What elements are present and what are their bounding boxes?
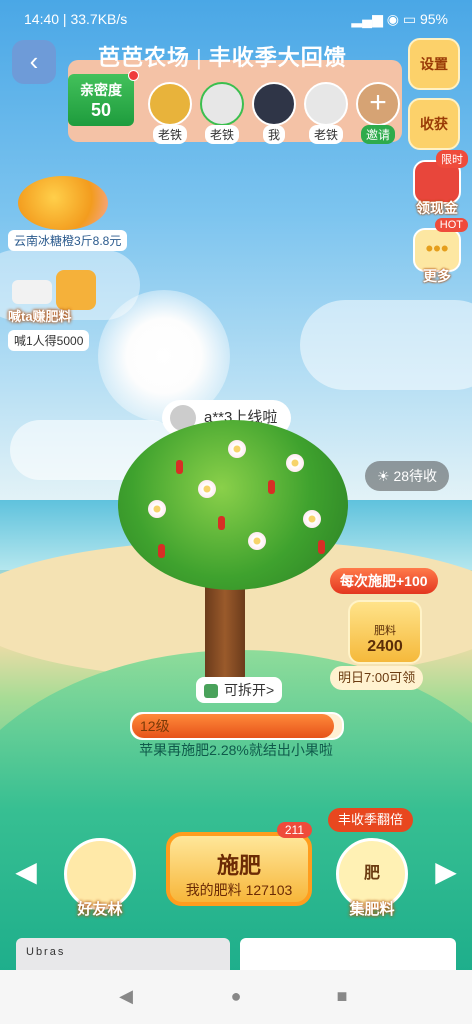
orange-icon (18, 176, 108, 230)
level-label: 12级 (140, 718, 170, 734)
ad-brand: Ubras (26, 946, 66, 958)
orange-promo[interactable]: 云南冰糖橙3斤8.8元 (8, 176, 128, 251)
get-cash-button[interactable]: 限时 领现金 (412, 150, 468, 218)
nav-recent-icon[interactable]: ■ (330, 984, 354, 1008)
flower (198, 480, 216, 498)
friend-tag: 老铁 (204, 125, 239, 144)
status-right: ▂▄▆ ◉ ▭ 95% (351, 11, 448, 27)
avatar (148, 82, 192, 126)
cloud (300, 300, 472, 390)
battery-level: 95 (419, 11, 436, 27)
notification-dot (128, 70, 139, 81)
red-envelope (268, 480, 275, 494)
system-nav-bar: ◀ ● ■ (0, 970, 472, 1024)
fert-box-label: 肥料 (374, 625, 396, 637)
status-bar: 14:40 | 33.7KB/s ▂▄▆ ◉ ▭ 95% (0, 0, 472, 40)
red-envelope (218, 516, 225, 530)
flower (286, 454, 304, 472)
fertilizer-box[interactable]: 肥料 2400 (348, 600, 422, 664)
fertilizer-bag-icon (56, 270, 96, 310)
openable-text: 可拆开> (224, 682, 275, 698)
red-envelope (158, 544, 165, 558)
title-left: 芭芭农场 (98, 45, 191, 70)
status-time: 14:40 | 33.7KB/s (24, 11, 128, 27)
red-envelope (318, 540, 325, 554)
openable-button[interactable]: 可拆开> (196, 677, 283, 703)
invite-button[interactable]: + 邀请 (354, 82, 402, 144)
intimacy-value: 50 (90, 100, 112, 120)
friend-avatar[interactable]: 我 (250, 82, 298, 144)
level-hint: 苹果再施肥2.28%就结出小果啦 (139, 742, 333, 758)
collect-label: 集肥料 (349, 901, 395, 918)
tomorrow-label: 明日7:00可领 (330, 666, 424, 690)
harvest-button[interactable]: 收获 (408, 98, 460, 150)
fert-box-value: 2400 (367, 638, 403, 655)
friend-tag: 老铁 (152, 125, 187, 144)
fertilize-subtitle: 我的肥料 127103 (185, 882, 293, 898)
pending-harvest[interactable]: ☀ 28待收 (365, 461, 450, 491)
horn-icon (12, 280, 52, 304)
intimacy-label: 亲密度 (80, 82, 122, 98)
shout-promo[interactable]: 喊ta赚肥料 喊1人得5000 (8, 270, 98, 351)
megaphone-icon: 喊ta赚肥料 (8, 270, 98, 324)
more-label: 更多 (423, 268, 451, 284)
hot-badge: HOT (434, 218, 468, 232)
flower (303, 510, 321, 528)
cash-label: 领现金 (416, 200, 458, 216)
friends-forest-label: 好友林 (77, 901, 123, 918)
flower (228, 440, 246, 458)
prev-arrow[interactable]: ◀ (12, 852, 40, 892)
page-title: 芭芭农场 | 丰收季大回馈 (98, 40, 347, 72)
ad-card-right[interactable] (240, 938, 456, 970)
friend-tag: 老铁 (308, 125, 343, 144)
friend-avatar[interactable]: 老铁 (198, 82, 246, 144)
fertilize-title: 施肥 (216, 853, 261, 878)
orange-caption: 云南冰糖橙3斤8.8元 (8, 230, 128, 251)
avatar (200, 82, 244, 126)
red-envelope (176, 460, 183, 474)
intimacy-badge[interactable]: 亲密度 50 (68, 70, 139, 126)
ad-card[interactable]: Ubras (16, 938, 230, 970)
settings-button[interactable]: 设置 (408, 38, 460, 90)
avatar (304, 82, 348, 126)
shout-caption: 喊1人得5000 (8, 330, 90, 351)
nav-back-icon[interactable]: ◀ (114, 984, 138, 1008)
friend-avatar[interactable]: 老铁 (302, 82, 350, 144)
bonus-tag: 每次施肥+100 (330, 568, 438, 594)
pending-harvest-text: 28待收 (393, 468, 438, 484)
double-harvest-tag: 丰收季翻倍 (328, 808, 414, 832)
level-progress-bar: 12级 (130, 712, 344, 740)
shout-title: 喊ta赚肥料 (8, 309, 72, 324)
nav-home-icon[interactable]: ● (224, 984, 248, 1008)
limited-badge: 限时 (436, 150, 468, 168)
title-separator: | (196, 45, 203, 70)
apple-tree[interactable] (118, 420, 348, 590)
flower (148, 500, 166, 518)
next-arrow[interactable]: ▶ (432, 852, 460, 892)
fertilize-button[interactable]: 施肥 我的肥料 127103 211 (166, 822, 312, 906)
friend-avatar[interactable]: 老铁 (146, 82, 194, 144)
invite-label: 邀请 (360, 125, 395, 144)
collect-fertilizer-button[interactable]: 肥 集肥料 (336, 838, 408, 919)
friends-forest-button[interactable]: 好友林 (64, 838, 136, 919)
friend-tag: 我 (262, 125, 285, 144)
gift-icon (204, 684, 218, 699)
fertilize-count-badge: 211 (276, 822, 312, 838)
back-button[interactable]: ‹ (12, 40, 56, 84)
flower (248, 532, 266, 550)
plus-icon: + (356, 82, 400, 126)
more-button[interactable]: ••• HOT 更多 (412, 218, 468, 286)
avatar (252, 82, 296, 126)
title-right: 丰收季大回馈 (208, 45, 347, 70)
